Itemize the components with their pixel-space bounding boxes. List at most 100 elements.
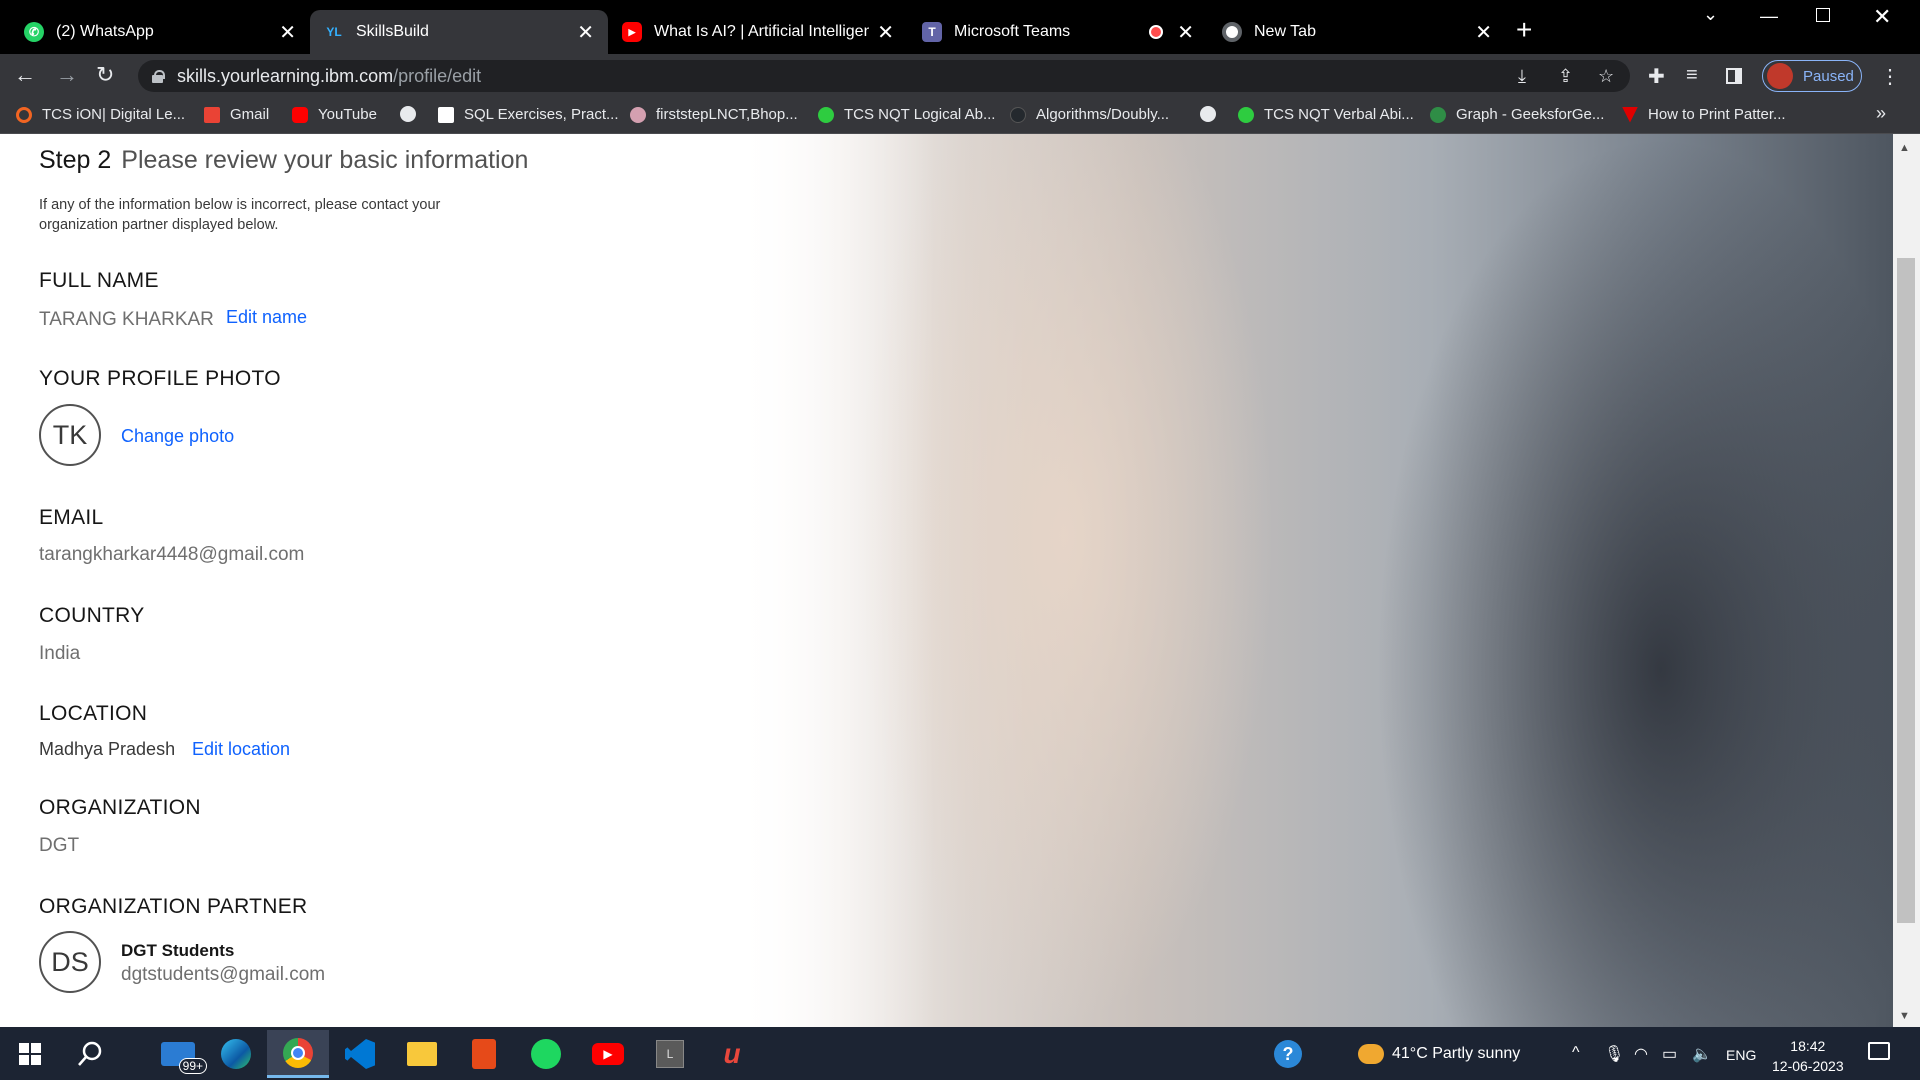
close-icon[interactable]: ✕ <box>279 20 296 45</box>
scroll-down-icon[interactable]: ▼ <box>1899 1010 1910 1022</box>
language-indicator[interactable]: ENG <box>1726 1047 1756 1063</box>
new-tab-button[interactable]: + <box>1516 16 1532 44</box>
mail-badge: 99+ <box>178 1058 207 1074</box>
menu-icon[interactable]: ⋮ <box>1880 64 1900 89</box>
close-icon[interactable]: ✕ <box>1177 20 1194 45</box>
change-photo-link[interactable]: Change photo <box>121 426 234 447</box>
file-explorer-icon[interactable] <box>402 1034 442 1074</box>
unacademy-icon[interactable]: u <box>712 1034 752 1074</box>
clock-time: 18:42 <box>1790 1038 1826 1054</box>
bookmark-youtube[interactable]: YouTube <box>292 106 377 123</box>
windows-start-icon[interactable] <box>10 1034 50 1074</box>
side-panel-icon[interactable] <box>1726 68 1742 84</box>
spotify-icon[interactable] <box>526 1034 566 1074</box>
help-icon[interactable]: ? <box>1268 1034 1308 1074</box>
vscode-icon[interactable] <box>340 1034 380 1074</box>
bookmark-label: YouTube <box>318 106 377 123</box>
bookmark-label: firststepLNCT,Bhop... <box>656 106 798 123</box>
step-number: Step 2 <box>39 146 112 174</box>
install-icon[interactable]: ⤓ <box>1518 66 1526 87</box>
scrollbar-thumb[interactable] <box>1897 258 1915 923</box>
reload-button[interactable]: ↻ <box>96 64 114 86</box>
close-icon[interactable]: ✕ <box>1475 20 1492 45</box>
tab-label: What Is AI? | Artificial Intelligence <box>654 23 870 40</box>
pattern-icon <box>1622 106 1638 123</box>
app-l-icon[interactable]: L <box>650 1034 690 1074</box>
forward-button[interactable]: → <box>56 64 78 86</box>
organization-value: DGT <box>39 835 80 856</box>
extensions-icon[interactable]: ✚ <box>1648 64 1665 89</box>
clock-date: 12-06-2023 <box>1772 1058 1844 1074</box>
office-icon[interactable] <box>464 1034 504 1074</box>
show-hidden-icons[interactable]: ^ <box>1572 1044 1580 1062</box>
weather-icon <box>1358 1044 1384 1064</box>
tab-label: New Tab <box>1254 23 1316 40</box>
bookmark-globe[interactable] <box>400 106 426 122</box>
tab-label: (2) WhatsApp <box>56 23 154 40</box>
bookmark-star-icon[interactable]: ☆ <box>1598 66 1614 87</box>
tcs-nqt-icon <box>1238 106 1254 123</box>
share-icon[interactable]: ⇪ <box>1558 66 1573 87</box>
bookmark-lnct[interactable]: firststepLNCT,Bhop... <box>630 106 798 123</box>
bookmark-tcs-nqt-verbal[interactable]: TCS NQT Verbal Abi... <box>1238 106 1414 123</box>
profile-status: Paused <box>1803 67 1854 85</box>
profile-avatar: TK <box>39 404 101 466</box>
address-bar[interactable]: skills.yourlearning.ibm.com/profile/edit… <box>138 60 1630 92</box>
bookmark-geeksforgeeks[interactable]: Graph - GeeksforGe... <box>1430 106 1604 123</box>
chrome-taskbar-icon[interactable] <box>267 1030 329 1078</box>
edit-location-link[interactable]: Edit location <box>192 739 290 760</box>
minimize-icon[interactable]: — <box>1760 6 1778 27</box>
partner-avatar: DS <box>39 931 101 993</box>
microphone-icon[interactable]: 🎙 <box>1604 1044 1624 1064</box>
bookmark-tcs-ion[interactable]: TCS iON| Digital Le... <box>16 106 185 123</box>
bookmark-label: SQL Exercises, Pract... <box>464 106 619 123</box>
close-window-icon[interactable]: ✕ <box>1873 4 1891 30</box>
clock[interactable]: 18:42 12-06-2023 <box>1772 1036 1844 1076</box>
tab-skillsbuild[interactable]: YL SkillsBuild ✕ <box>310 10 608 54</box>
full-name-label: FULL NAME <box>39 269 159 292</box>
lnct-icon <box>630 106 646 123</box>
organization-label: ORGANIZATION <box>39 796 201 819</box>
tab-teams[interactable]: T Microsoft Teams ✕ <box>908 10 1208 54</box>
maximize-icon[interactable] <box>1816 8 1830 22</box>
step-title: Please review your basic information <box>121 146 529 174</box>
tab-search-icon[interactable]: ⌄ <box>1703 4 1718 25</box>
close-icon[interactable]: ✕ <box>877 20 894 45</box>
bookmark-pattern[interactable]: How to Print Patter... <box>1622 106 1786 123</box>
edge-icon[interactable] <box>216 1034 256 1074</box>
bookmark-label: Algorithms/Doubly... <box>1036 106 1170 123</box>
bookmark-label: TCS NQT Logical Ab... <box>844 106 996 123</box>
volume-icon[interactable]: 🔈 <box>1692 1044 1712 1064</box>
media-control-icon[interactable]: ≡ <box>1686 64 1698 87</box>
page-title: Step 2 Please review your basic informati… <box>39 146 528 175</box>
mail-icon[interactable]: 99+ <box>158 1034 207 1074</box>
close-icon[interactable]: ✕ <box>577 20 594 45</box>
wifi-icon[interactable]: ◠ <box>1634 1044 1648 1064</box>
search-icon[interactable] <box>70 1034 110 1074</box>
bookmark-sql[interactable]: SQL Exercises, Pract... <box>438 106 619 123</box>
bookmark-gmail[interactable]: Gmail <box>204 106 269 123</box>
tab-youtube-ai[interactable]: ▶ What Is AI? | Artificial Intelligence … <box>608 10 908 54</box>
back-button[interactable]: ← <box>14 64 36 86</box>
bookmark-globe-2[interactable] <box>1200 106 1226 122</box>
notifications-icon[interactable] <box>1868 1042 1890 1060</box>
hero-fade <box>735 134 935 1027</box>
youtube-taskbar-icon[interactable]: ▶ <box>588 1034 628 1074</box>
weather-widget[interactable]: 41°C Partly sunny <box>1358 1044 1520 1064</box>
tab-whatsapp[interactable]: ✆ (2) WhatsApp ✕ <box>10 10 310 54</box>
country-value: India <box>39 643 81 664</box>
more-bookmarks-icon[interactable]: » <box>1876 103 1886 124</box>
github-icon <box>1010 106 1026 123</box>
profile-button[interactable]: Paused <box>1762 60 1862 92</box>
tab-new-tab[interactable]: New Tab ✕ <box>1208 10 1506 54</box>
bookmark-tcs-nqt-logical[interactable]: TCS NQT Logical Ab... <box>818 106 995 123</box>
recording-icon <box>1149 25 1164 39</box>
page-content: Step 2 Please review your basic informati… <box>0 134 1893 1027</box>
tab-strip: ✆ (2) WhatsApp ✕ YL SkillsBuild ✕ ▶ What… <box>0 0 1920 54</box>
email-label: EMAIL <box>39 506 104 529</box>
partner-name: DGT Students <box>121 941 235 960</box>
edit-name-link[interactable]: Edit name <box>226 307 307 328</box>
bookmark-algorithms[interactable]: Algorithms/Doubly... <box>1010 106 1169 123</box>
battery-icon[interactable]: ▭ <box>1662 1044 1677 1064</box>
scroll-up-icon[interactable]: ▲ <box>1899 142 1910 154</box>
